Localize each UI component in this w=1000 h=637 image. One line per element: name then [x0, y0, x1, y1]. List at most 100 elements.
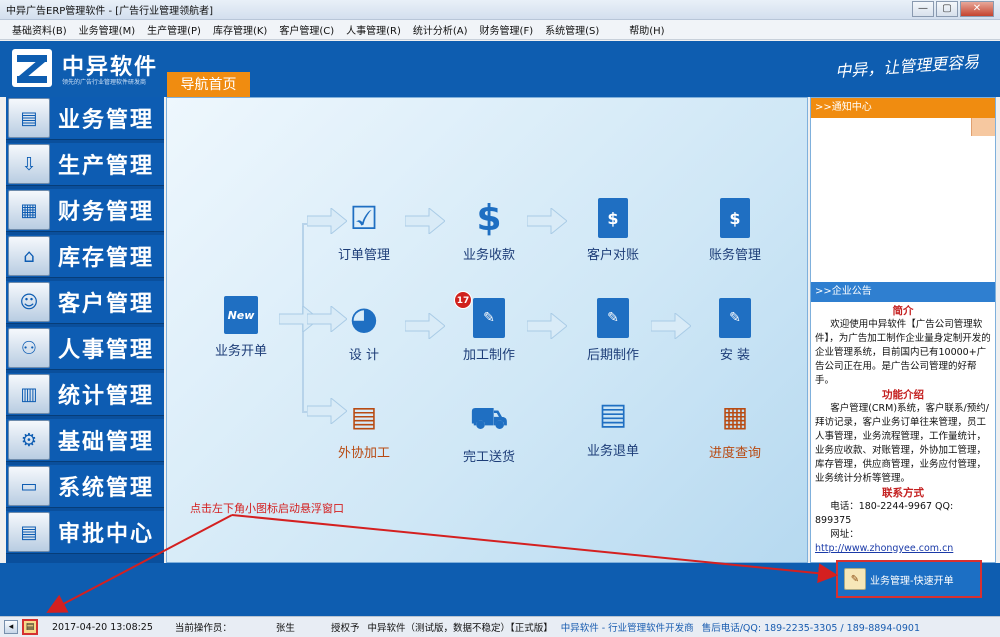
menu-basic-data[interactable]: 基础资料(B) — [12, 22, 67, 37]
image-edit-icon: ✎ — [473, 298, 505, 338]
document-cancel-icon: ▤ — [598, 396, 628, 432]
customer-icon: ☺ — [8, 282, 50, 322]
brand-tagline: 领先的广告行业管理软件研发商 — [62, 79, 147, 86]
flow-progress[interactable]: ▦ 进度查询 — [687, 396, 783, 462]
close-button[interactable]: ✕ — [960, 1, 994, 17]
notice-center-header: >>通知中心 — [811, 98, 995, 118]
sidebar-item-statistics[interactable]: ▥ 统计管理 — [6, 373, 164, 416]
website-link[interactable]: http://www.zhongyee.com.cn — [815, 543, 953, 554]
right-panel: >>通知中心 >>企业公告 简介 欢迎使用中异软件【广告公司管理软件】，为广告加… — [810, 97, 996, 563]
sidebar: ▤ 业务管理 ⇩ 生产管理 ▦ 财务管理 ⌂ 库存管理 ☺ 客户管理 ⚇ 人事管… — [6, 97, 164, 563]
sidebar-item-label: 人事管理 — [58, 338, 155, 363]
menu-finance[interactable]: 财务管理(F) — [480, 22, 534, 37]
new-document-icon: New — [224, 296, 258, 334]
flow-install[interactable]: ✎ 安 装 — [687, 298, 783, 363]
menu-statistics[interactable]: 统计分析(A) — [413, 22, 468, 37]
warehouse-icon: ⌂ — [8, 236, 50, 276]
announcement-header: >>企业公告 — [811, 282, 995, 302]
flow-post-production[interactable]: ✎ 后期制作 — [565, 298, 661, 363]
notice-center-body — [811, 118, 995, 282]
sidebar-item-basic[interactable]: ⚙ 基础管理 — [6, 419, 164, 462]
workflow-panel: New 业务开单 ☑ 订单管理 $ 业务收款 $ 客户对账 $ 账务管理 ◕ 设… — [166, 97, 808, 563]
flow-design[interactable]: ◕ 设 计 — [316, 298, 412, 363]
sidebar-item-production[interactable]: ⇩ 生产管理 — [6, 143, 164, 186]
dollar-icon: $ — [476, 197, 502, 239]
menu-customer[interactable]: 客户管理(C) — [279, 22, 334, 37]
truck-icon: ⛟ — [470, 400, 508, 436]
tab-nav-home[interactable]: 导航首页 — [167, 72, 250, 97]
status-version: 中异软件（测试版，数据不稳定）【正式版】 — [367, 623, 553, 634]
intro-heading: 简介 — [892, 305, 914, 317]
flow-return[interactable]: ▤ 业务退单 — [565, 394, 661, 460]
progress-grid-icon: ▦ — [721, 399, 749, 433]
contact-phone: 电话：180-2244-9967 QQ: 899375 — [815, 501, 954, 526]
notification-badge: 17 — [454, 291, 472, 309]
flow-outsourcing[interactable]: ▤ 外协加工 — [316, 396, 412, 462]
status-support: 售后电话/QQ: 189-2235-3305 / 189-8894-0901 — [701, 623, 920, 634]
monitor-icon: ▭ — [8, 466, 50, 506]
annotation-text: 点击左下角小图标启动悬浮窗口 — [190, 502, 344, 515]
floating-window-icon[interactable]: ▤ — [22, 619, 38, 635]
people-icon: ⚇ — [8, 328, 50, 368]
menu-hr[interactable]: 人事管理(R) — [346, 22, 401, 37]
window-controls: — ▢ ✕ — [910, 1, 994, 17]
flow-delivery[interactable]: ⛟ 完工送货 — [441, 400, 537, 466]
minimize-button[interactable]: — — [912, 1, 934, 17]
menu-system[interactable]: 系统管理(S) — [545, 22, 599, 37]
ledger-icon: $ — [598, 198, 628, 238]
sidebar-item-label: 库存管理 — [58, 246, 155, 271]
status-developer: 中异软件 - 行业管理软件开发商 — [560, 623, 694, 634]
features-heading: 功能介绍 — [882, 389, 924, 401]
flow-customer-reconcile[interactable]: $ 客户对账 — [565, 198, 661, 263]
features-text: 客户管理(CRM)系统，客户联系/预约/拜访记录，客户业务订单往来管理，员工人事… — [815, 403, 989, 484]
slogan: 中异，让管理更容易 — [834, 51, 980, 81]
sidebar-item-approval[interactable]: ▤ 审批中心 — [6, 511, 164, 554]
logo-icon — [12, 49, 52, 87]
palette-icon: ◕ — [350, 299, 378, 337]
gear-icon: ⚙ — [8, 420, 50, 460]
sidebar-item-business[interactable]: ▤ 业务管理 — [6, 97, 164, 140]
notice-scrollbar[interactable] — [971, 118, 995, 136]
expand-icon[interactable]: ◂ — [4, 620, 18, 634]
sidebar-item-label: 统计管理 — [58, 384, 155, 409]
download-icon: ⇩ — [8, 144, 50, 184]
image-edit-icon: ✎ — [597, 298, 629, 338]
image-edit-icon: ✎ — [719, 298, 751, 338]
announcement-body: 简介 欢迎使用中异软件【广告公司管理软件】，为广告加工制作企业量身定制开发的企业… — [811, 302, 995, 554]
sidebar-item-label: 生产管理 — [58, 154, 155, 179]
sidebar-item-customer[interactable]: ☺ 客户管理 — [6, 281, 164, 324]
status-operator-label: 当前操作员： — [174, 623, 232, 634]
menu-inventory[interactable]: 库存管理(K) — [213, 22, 267, 37]
menu-production[interactable]: 生产管理(P) — [147, 22, 201, 37]
flow-processing[interactable]: ✎ 加工制作 — [441, 298, 537, 363]
sidebar-item-label: 基础管理 — [58, 430, 155, 455]
sidebar-item-finance[interactable]: ▦ 财务管理 — [6, 189, 164, 232]
contact-website: 网址：http://www.zhongyee.com.cn — [815, 529, 954, 554]
window-title: 中异广告ERP管理软件 - [广告行业管理领航者] — [6, 6, 214, 17]
title-bar: 中异广告ERP管理软件 - [广告行业管理领航者] — ▢ ✕ — [0, 0, 1000, 20]
flow-biz-collection[interactable]: $ 业务收款 — [441, 197, 537, 264]
sidebar-item-label: 业务管理 — [58, 108, 155, 133]
flow-new-order[interactable]: New 业务开单 — [193, 296, 289, 359]
menu-help[interactable]: 帮助(H) — [629, 22, 664, 37]
intro-text: 欢迎使用中异软件【广告公司管理软件】，为广告加工制作企业量身定制开发的企业管理系… — [815, 319, 991, 386]
clipboard-icon: ▤ — [8, 98, 50, 138]
flow-account-mgmt[interactable]: $ 账务管理 — [687, 198, 783, 263]
flow-order-mgmt[interactable]: ☑ 订单管理 — [316, 198, 412, 263]
outsource-doc-icon: ▤ — [350, 399, 378, 433]
sidebar-item-system[interactable]: ▭ 系统管理 — [6, 465, 164, 508]
status-operator: 张生 — [275, 623, 295, 634]
ledger-icon: $ — [720, 198, 750, 238]
restore-button[interactable]: ▢ — [936, 1, 958, 17]
checkbox-icon: ☑ — [349, 199, 379, 237]
sidebar-item-hr[interactable]: ⚇ 人事管理 — [6, 327, 164, 370]
quick-order-button[interactable]: ✎ 业务管理-快速开单 — [836, 560, 982, 598]
sidebar-item-inventory[interactable]: ⌂ 库存管理 — [6, 235, 164, 278]
quick-order-icon: ✎ — [844, 568, 866, 590]
menu-business[interactable]: 业务管理(M) — [79, 22, 135, 37]
app-header: 中异软件 领先的广告行业管理软件研发商 导航首页 中异，让管理更容易 — [0, 41, 1000, 97]
status-datetime: 2017-04-20 13:08:25 — [52, 621, 153, 633]
status-licensed-label: 授权予 — [330, 623, 360, 634]
sidebar-item-label: 系统管理 — [58, 476, 155, 501]
approval-icon: ▤ — [8, 512, 50, 552]
